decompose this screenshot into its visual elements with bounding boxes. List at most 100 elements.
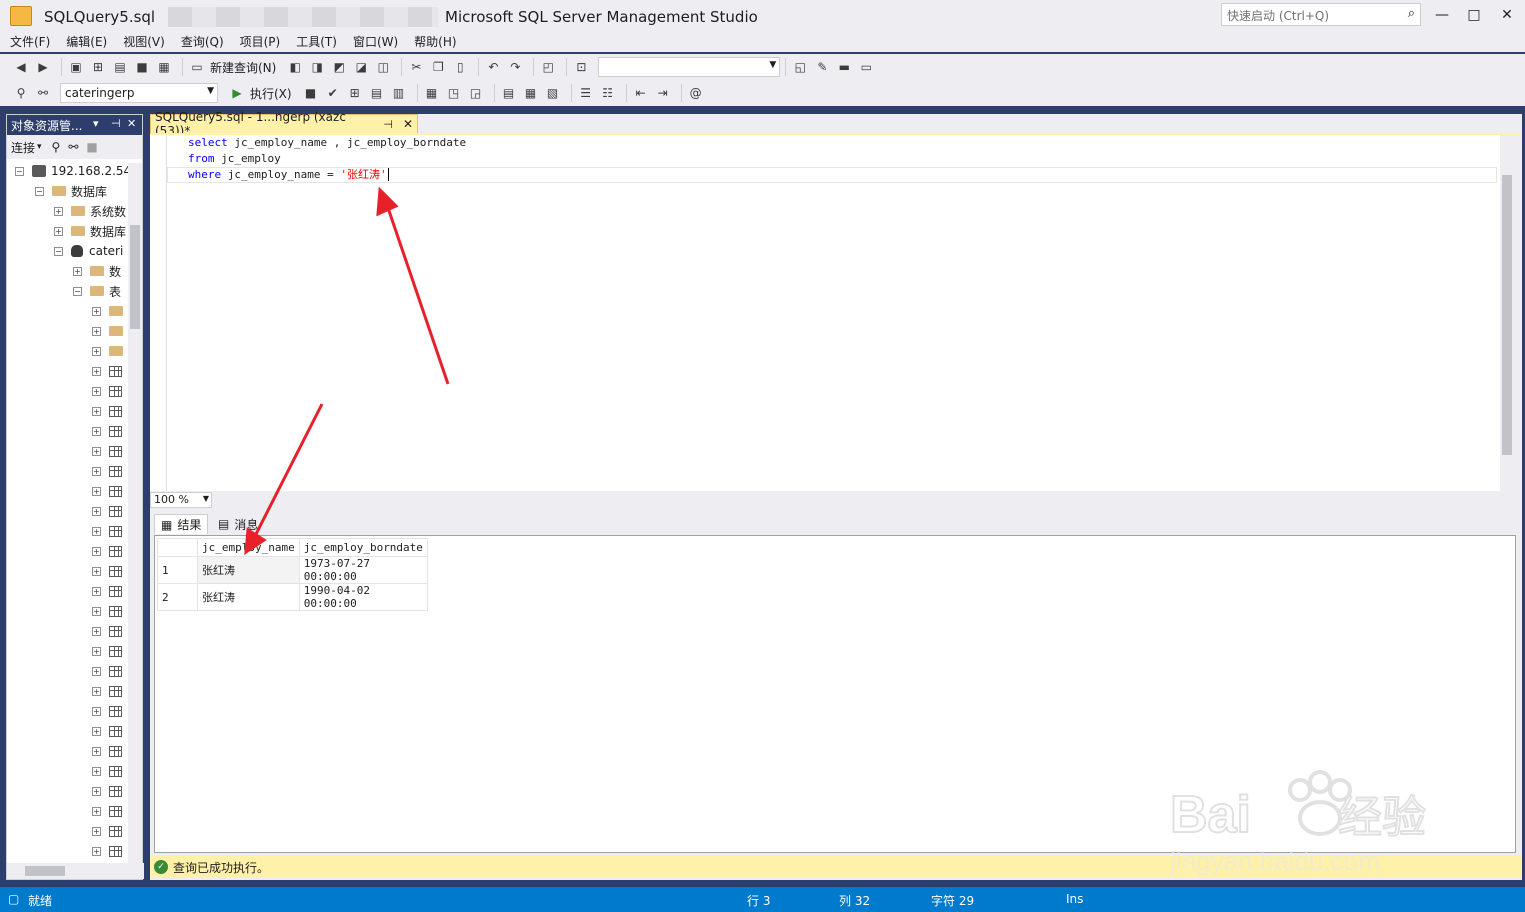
tree-node-table[interactable]: +	[92, 581, 127, 601]
expand-icon[interactable]: +	[92, 826, 101, 836]
tree-node-table[interactable]: +	[92, 821, 127, 841]
command-window-icon[interactable]: ▭	[857, 58, 875, 76]
expand-icon[interactable]: +	[92, 386, 101, 396]
results-to-text-icon[interactable]: ▤	[500, 84, 518, 102]
expand-icon[interactable]: +	[92, 846, 101, 856]
paste-icon[interactable]: ▯	[451, 58, 469, 76]
editor-vertical-scrollbar[interactable]	[1500, 135, 1514, 491]
tab-messages[interactable]: ▤ 消息	[212, 514, 264, 534]
scrollbar-thumb[interactable]	[25, 866, 65, 876]
solution-configuration-combo[interactable]: ▼	[598, 57, 781, 77]
quick-launch-input[interactable]: 快速启动 (Ctrl+Q) ⌕	[1221, 3, 1421, 26]
row-number[interactable]: 1	[157, 556, 198, 584]
close-tab-icon[interactable]: ✕	[403, 117, 413, 131]
back-icon[interactable]: ◀	[12, 58, 30, 76]
connect-plug-icon[interactable]: ⚲	[52, 140, 61, 154]
connect-icon[interactable]: ⚲	[12, 84, 30, 102]
expand-icon[interactable]: +	[54, 226, 63, 236]
chevron-down-icon[interactable]: ▾	[93, 117, 99, 130]
menu-view[interactable]: 视图(V)	[117, 32, 171, 52]
pin-icon[interactable]: ⊣	[383, 118, 393, 131]
expand-icon[interactable]: +	[92, 706, 101, 716]
expand-icon[interactable]: +	[92, 406, 101, 416]
expand-icon[interactable]: +	[92, 646, 101, 656]
new-query-button[interactable]: 新建查询(N)	[210, 59, 276, 76]
tree-node-system-databases[interactable]: + 系统数	[54, 201, 126, 221]
grid-cell[interactable]: 张红涛	[197, 556, 300, 584]
collapse-icon[interactable]: −	[35, 186, 44, 196]
add-item-icon[interactable]: ⊞	[89, 58, 107, 76]
expand-icon[interactable]: +	[92, 346, 101, 356]
results-to-file-icon[interactable]: ▥	[390, 84, 408, 102]
column-header[interactable]: jc_employ_borndate	[298, 538, 428, 557]
expand-icon[interactable]: +	[92, 306, 101, 316]
toolbox-icon[interactable]: ▬	[835, 58, 853, 76]
menu-tools[interactable]: 工具(T)	[290, 32, 343, 52]
activity-monitor-icon[interactable]: ◰	[539, 58, 557, 76]
tree-node-table[interactable]: +	[92, 741, 127, 761]
tree-node-table[interactable]: +	[92, 781, 127, 801]
table-row[interactable]: 1 张红涛 1973-07-27 00:00:00	[157, 556, 428, 584]
intellisense-icon[interactable]: ▦	[423, 84, 441, 102]
find-icon[interactable]: ⊡	[572, 58, 590, 76]
forward-icon[interactable]: ▶	[34, 58, 52, 76]
expand-icon[interactable]: +	[92, 786, 101, 796]
decrease-indent-icon[interactable]: ⇤	[632, 84, 650, 102]
menu-query[interactable]: 查询(Q)	[175, 32, 230, 52]
scrollbar-thumb[interactable]	[130, 225, 140, 329]
close-icon[interactable]: ✕	[127, 117, 136, 130]
menu-file[interactable]: 文件(F)	[4, 32, 56, 52]
connect-button[interactable]: 连接	[11, 139, 35, 156]
expand-icon[interactable]: +	[92, 486, 101, 496]
tree-node-table[interactable]: +	[92, 761, 127, 781]
collapse-icon[interactable]: −	[15, 166, 24, 176]
parse-icon[interactable]: ✔	[324, 84, 342, 102]
scrollbar-thumb[interactable]	[1502, 175, 1512, 455]
xmla-query-icon[interactable]: ◪	[352, 58, 370, 76]
tree-node-table[interactable]: +	[92, 421, 127, 441]
new-project-icon[interactable]: ▣	[67, 58, 85, 76]
new-query-icon[interactable]: ▭	[188, 58, 206, 76]
tree-node-table[interactable]: +	[92, 461, 127, 481]
mdx-query-icon[interactable]: ◨	[308, 58, 326, 76]
estimated-plan-icon[interactable]: ⊞	[346, 84, 364, 102]
expand-icon[interactable]: +	[92, 746, 101, 756]
open-file-icon[interactable]: ▤	[111, 58, 129, 76]
expand-icon[interactable]: +	[92, 626, 101, 636]
row-number[interactable]: 2	[157, 583, 198, 611]
pin-icon[interactable]: ⊣	[111, 117, 121, 130]
tree-node-databases[interactable]: − 数据库	[35, 181, 107, 201]
execute-icon[interactable]: ▶	[228, 84, 246, 102]
tab-sqlquery5[interactable]: SQLQuery5.sql - 1...ngerp (xazc (53))* ⊣…	[150, 110, 418, 138]
expand-icon[interactable]: +	[92, 686, 101, 696]
menu-edit[interactable]: 编辑(E)	[60, 32, 113, 52]
database-combo[interactable]: cateringerp ▼	[60, 83, 218, 103]
expand-icon[interactable]: +	[92, 586, 101, 596]
minimize-button[interactable]: —	[1427, 4, 1457, 26]
change-connection-icon[interactable]: ⚯	[34, 84, 52, 102]
expand-icon[interactable]: +	[92, 446, 101, 456]
expand-icon[interactable]: +	[92, 666, 101, 676]
undo-icon[interactable]: ↶	[484, 58, 502, 76]
column-header[interactable]: jc_employ_name	[197, 538, 300, 557]
tree-node-folder[interactable]: +	[92, 321, 128, 341]
expand-icon[interactable]: +	[92, 726, 101, 736]
query-designer-icon[interactable]: ▤	[368, 84, 386, 102]
tree-node-folder[interactable]: +	[92, 301, 128, 321]
db-engine-query-icon[interactable]: ◧	[286, 58, 304, 76]
expand-icon[interactable]: +	[92, 366, 101, 376]
execute-button[interactable]: 执行(X)	[250, 85, 292, 102]
tree-node-database-diagrams[interactable]: + 数	[73, 261, 121, 281]
tree-node-cateringerp[interactable]: − cateri	[54, 241, 123, 261]
tree-node-table[interactable]: +	[92, 381, 127, 401]
cut-icon[interactable]: ✂	[407, 58, 425, 76]
tree-node-folder[interactable]: +	[92, 341, 128, 361]
menu-project[interactable]: 项目(P)	[234, 32, 287, 52]
sql-code-editor[interactable]: select jc_employ_name , jc_employ_bornda…	[167, 135, 1500, 491]
tree-node-table[interactable]: +	[92, 481, 127, 501]
save-icon[interactable]: ■	[133, 58, 151, 76]
actual-plan-icon[interactable]: ◳	[445, 84, 463, 102]
tree-node-table[interactable]: +	[92, 601, 127, 621]
tree-node-table[interactable]: +	[92, 721, 127, 741]
collapse-icon[interactable]: −	[73, 286, 82, 296]
